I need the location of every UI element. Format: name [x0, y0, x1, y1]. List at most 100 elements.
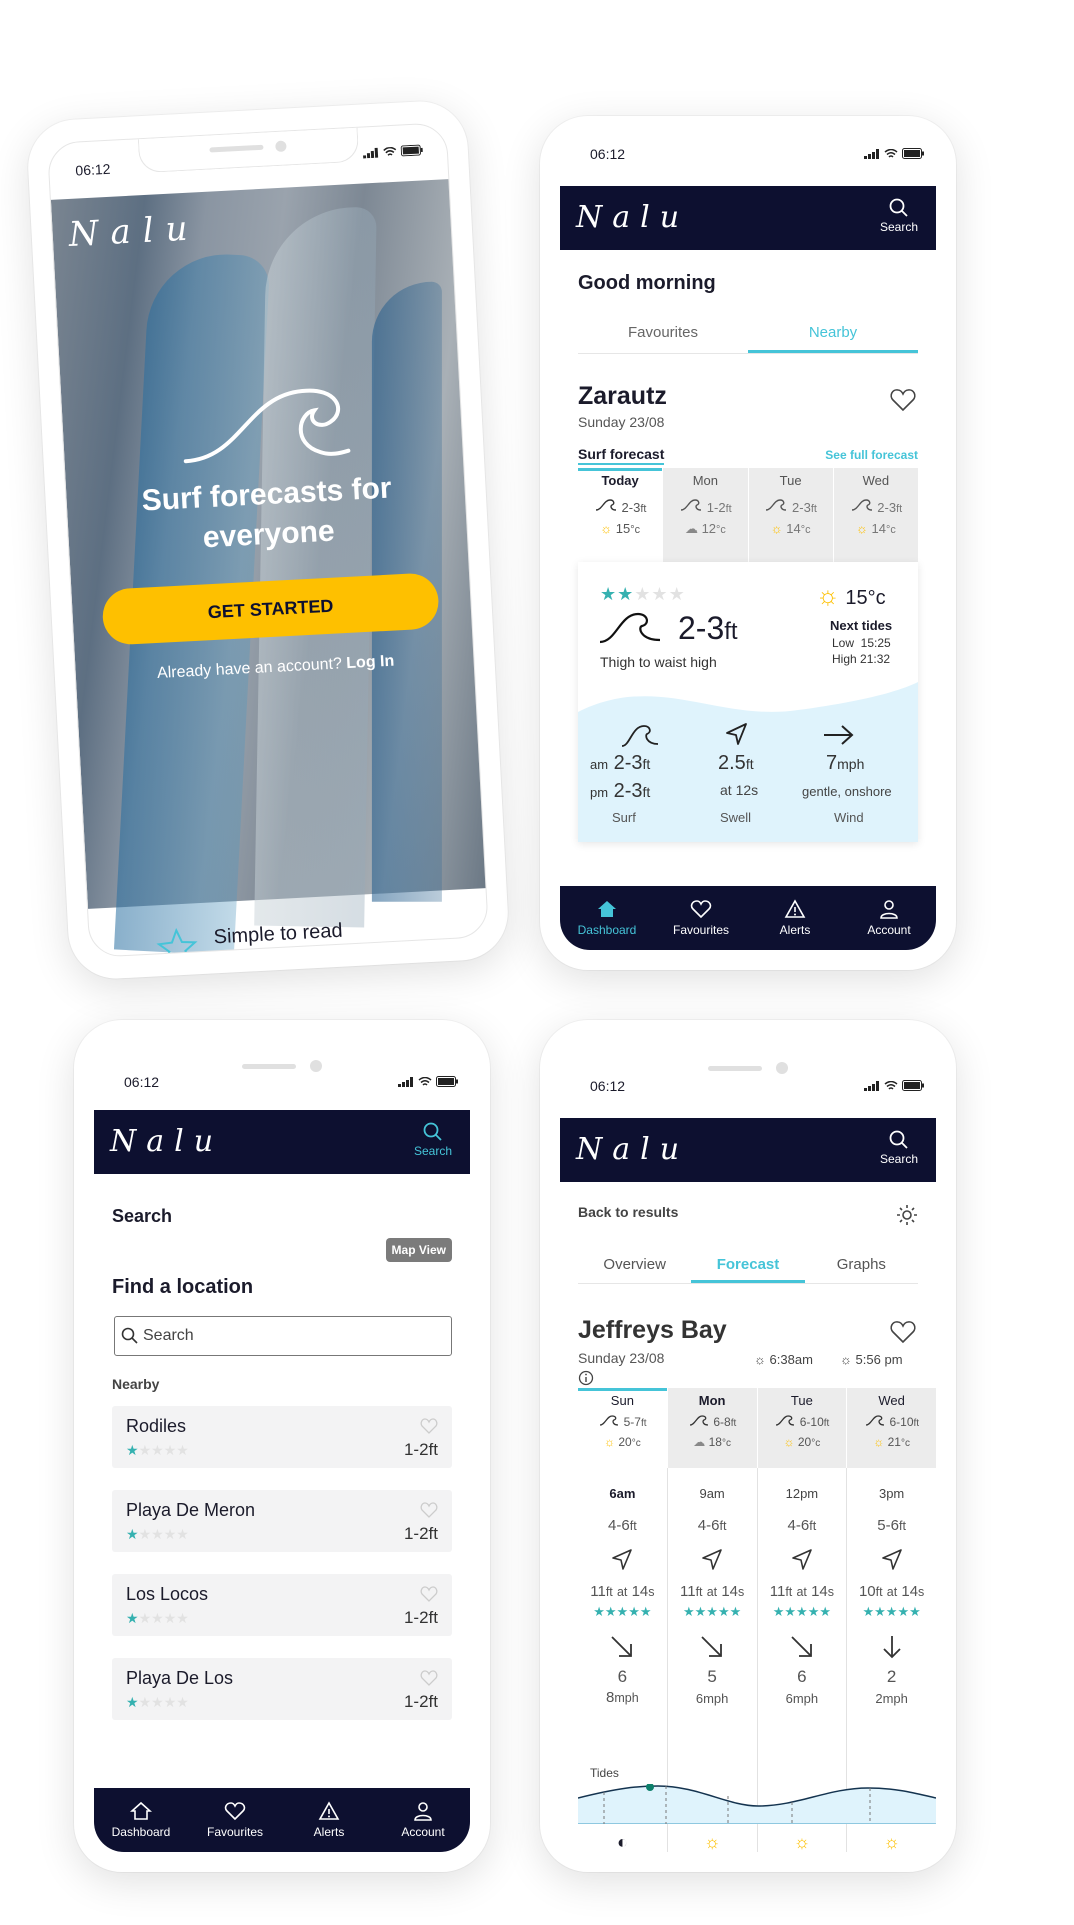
tab-favourites[interactable]: Favourites: [190, 1801, 280, 1839]
tab-overview[interactable]: Overview: [578, 1256, 691, 1283]
map-view-button[interactable]: Map View: [385, 1238, 452, 1262]
at-text: at: [720, 782, 732, 798]
day-tue[interactable]: Tue 2-3ft ☼ 14°c: [747, 468, 833, 562]
bottom-tabbar: Dashboard Favourites Alerts Account: [94, 1788, 470, 1852]
tab-favourites[interactable]: Favourites: [656, 899, 746, 937]
rating-stars: ★★★★★: [126, 1694, 189, 1711]
wind-speed: 5: [707, 1667, 717, 1686]
star-icon: ★: [694, 1604, 707, 1619]
sun-icon: ☼: [855, 521, 868, 536]
status-icons: [398, 1076, 458, 1087]
gear-icon[interactable]: [896, 1204, 918, 1226]
surf-unit: ft: [642, 756, 651, 772]
list-item[interactable]: Playa De Los ★★★★★ 1-2ft: [112, 1658, 452, 1720]
star-icon: ★: [616, 1604, 629, 1619]
heart-icon[interactable]: [420, 1670, 438, 1686]
day-label: Mon: [692, 473, 719, 488]
wind-gust: 2mph: [875, 1691, 908, 1706]
account-icon: [880, 900, 898, 919]
star-icon: ★: [151, 1694, 164, 1710]
wave-height: 5-6: [877, 1517, 899, 1534]
temp-unit: °c: [631, 1438, 641, 1449]
temp-unit: °c: [900, 1438, 910, 1449]
rating-stars: ★★★★★: [847, 1604, 936, 1620]
tab-label: Dashboard: [577, 923, 637, 937]
star-icon: ★: [176, 1694, 189, 1710]
day-wed[interactable]: Wed 2-3ft ☼ 14°c: [832, 468, 918, 562]
pm-label: pm: [590, 785, 609, 800]
info-icon[interactable]: [578, 1370, 594, 1386]
battery-icon: [436, 1076, 458, 1087]
signal-icon: [864, 1080, 879, 1091]
swell-unit: ft: [695, 1585, 703, 1599]
see-full-forecast-link[interactable]: See full forecast: [825, 448, 918, 462]
search-label: Search: [879, 220, 918, 234]
wave-height: 5-7: [623, 1415, 641, 1429]
day-mon[interactable]: Mon 6-8ft ☁ 18°c: [666, 1388, 757, 1468]
tab-forecast[interactable]: Forecast: [691, 1256, 805, 1283]
sunset-icon: ☼: [840, 1352, 852, 1367]
wind-description: gentle, onshore: [802, 784, 892, 799]
star-icon: ★: [634, 584, 652, 604]
day-strip: Today 2-3ft ☼ 15°c Mon 1-2ft ☁ 12°c Tue …: [578, 468, 918, 562]
tides-label: Tides: [590, 1766, 619, 1780]
favourite-heart-icon[interactable]: [890, 388, 916, 412]
tab-alerts[interactable]: Alerts: [284, 1801, 374, 1839]
day-mon[interactable]: Mon 1-2ft ☁ 12°c: [662, 468, 747, 562]
tab-graphs[interactable]: Graphs: [805, 1256, 918, 1283]
status-time: 06:12: [74, 160, 111, 179]
tab-nearby[interactable]: Nearby: [748, 324, 918, 353]
period-value: 14: [811, 1583, 828, 1600]
list-item[interactable]: Playa De Meron ★★★★★ 1-2ft: [112, 1490, 452, 1552]
swell-value: 11: [769, 1583, 786, 1600]
day-sun[interactable]: Sun 5-7ft ☼ 20°c: [578, 1388, 667, 1468]
heart-icon[interactable]: [420, 1418, 438, 1434]
temperature: 14: [871, 521, 886, 536]
list-item[interactable]: Rodiles ★★★★★ 1-2ft: [112, 1406, 452, 1468]
notch: [242, 1064, 296, 1069]
star-icon: ★: [819, 1604, 832, 1619]
search-button[interactable]: Search: [880, 198, 918, 234]
search-icon: [889, 198, 908, 217]
surf-pm: pm 2-3ft: [590, 780, 650, 803]
search-label: Search: [879, 1152, 918, 1166]
heart-icon[interactable]: [420, 1502, 438, 1518]
tab-alerts[interactable]: Alerts: [750, 899, 840, 937]
tab-dashboard[interactable]: Dashboard: [562, 899, 652, 937]
list-item[interactable]: Los Locos ★★★★★ 1-2ft: [112, 1574, 452, 1636]
wave-unit: ft: [810, 503, 817, 515]
heart-icon[interactable]: [420, 1586, 438, 1602]
rating-stars: ★★★★★: [126, 1526, 189, 1543]
search-button[interactable]: Search: [414, 1122, 452, 1158]
day-tue[interactable]: Tue 6-10ft ☼ 20°c: [756, 1388, 847, 1468]
temp-unit: °c: [716, 524, 726, 536]
surf-unit: ft: [642, 784, 651, 800]
tab-account[interactable]: Account: [378, 1801, 468, 1839]
back-to-results-link[interactable]: Back to results: [578, 1204, 678, 1220]
star-icon: ★: [151, 1526, 164, 1542]
day-wed[interactable]: Wed 6-10ft ☼ 21°c: [846, 1388, 936, 1468]
star-icon: ★: [138, 1610, 152, 1626]
star-icon: ★: [176, 1526, 189, 1542]
wind-speed: 6: [617, 1667, 628, 1686]
swell-value: 2.5: [718, 752, 746, 774]
wave-icon: [595, 499, 616, 511]
tide-chart: [578, 1784, 936, 1824]
wind-direction-icon: [611, 1636, 633, 1657]
tab-favourites[interactable]: Favourites: [578, 324, 748, 353]
favourite-heart-icon[interactable]: [890, 1320, 916, 1344]
star-icon: ★: [163, 1526, 177, 1542]
am-label: am: [590, 757, 609, 772]
search-input[interactable]: Search: [114, 1316, 452, 1356]
search-button[interactable]: Search: [880, 1130, 918, 1166]
login-link[interactable]: Log In: [346, 653, 395, 672]
day-today[interactable]: Today 2-3ft ☼ 15°c: [578, 468, 663, 562]
status-time: 06:12: [590, 146, 626, 162]
tab-dashboard[interactable]: Dashboard: [96, 1801, 186, 1839]
surf-am: am 2-3ft: [590, 752, 650, 775]
star-icon: ★: [796, 1604, 808, 1619]
tab-account[interactable]: Account: [844, 899, 934, 937]
app-logo: Nalu: [576, 1132, 690, 1167]
star-icon: ★: [126, 1610, 139, 1626]
wave-icon: [851, 499, 872, 511]
